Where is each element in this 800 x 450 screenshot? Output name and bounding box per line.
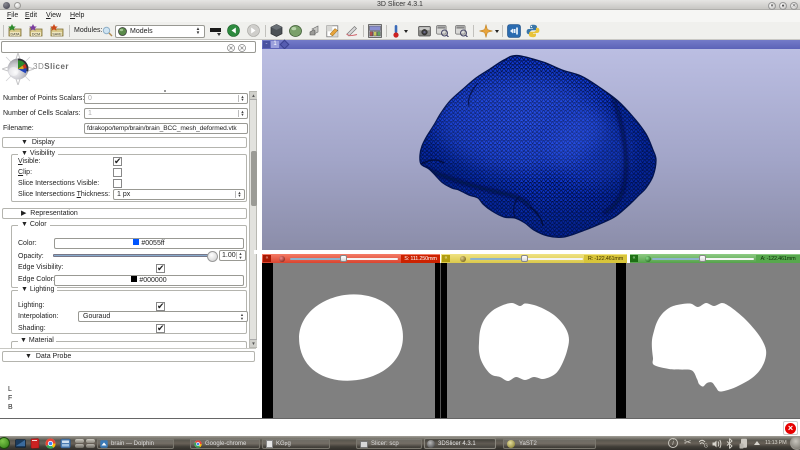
svg-text:DATA: DATA xyxy=(10,33,20,37)
svg-text:SAVE: SAVE xyxy=(52,33,62,37)
svg-text:G: G xyxy=(704,444,708,449)
svg-text:DCM: DCM xyxy=(32,33,40,37)
